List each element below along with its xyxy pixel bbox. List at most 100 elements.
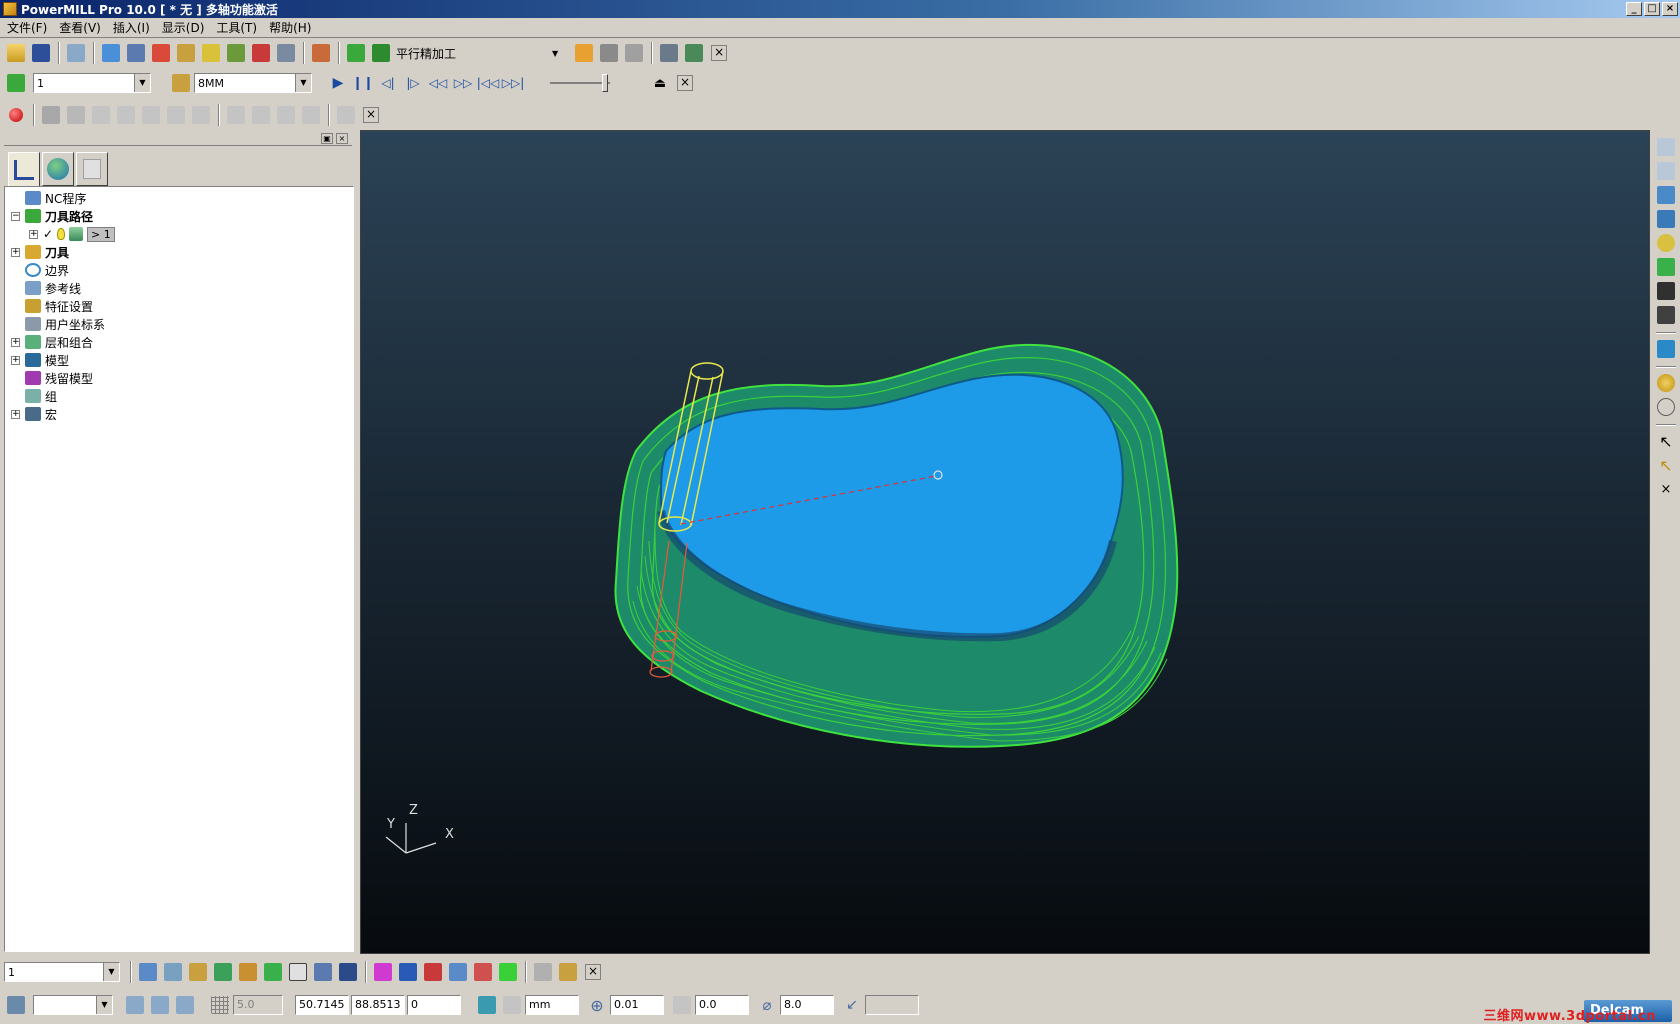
- expand-icon[interactable]: +: [11, 355, 20, 365]
- pause-button[interactable]: ❙❙: [351, 71, 375, 95]
- strategy-icon-button[interactable]: [369, 41, 393, 65]
- strategy-label[interactable]: 平行精加工: [396, 45, 546, 62]
- sim-toolbar-close-button[interactable]: ×: [677, 75, 693, 91]
- tolerance-button[interactable]: ⊕: [585, 993, 609, 1017]
- rotate-right-button[interactable]: [114, 103, 138, 127]
- mesh-button[interactable]: [471, 960, 495, 984]
- thickness-field[interactable]: 0.0: [695, 995, 749, 1015]
- go-end-button[interactable]: ▷▷|: [501, 71, 525, 95]
- grid-button[interactable]: [208, 993, 232, 1017]
- expand-icon[interactable]: +: [11, 409, 20, 419]
- go-start-button[interactable]: |◁◁: [476, 71, 500, 95]
- view-iso3-button[interactable]: [1655, 184, 1677, 206]
- view-toolbar-close-button[interactable]: ×: [1655, 478, 1677, 500]
- toolpath-strategy-button[interactable]: [344, 41, 368, 65]
- close-button[interactable]: ×: [1662, 2, 1678, 16]
- lightbulb-icon[interactable]: [57, 228, 65, 240]
- z-coordinate-field[interactable]: 0: [407, 995, 461, 1015]
- curve-edit-button[interactable]: [371, 960, 395, 984]
- status-tool-button[interactable]: [4, 993, 28, 1017]
- store-view-button[interactable]: [299, 103, 323, 127]
- eject-button[interactable]: ⏏: [648, 71, 672, 95]
- toolpath-select-icon-button[interactable]: [4, 71, 28, 95]
- step-forward-button[interactable]: |▷: [401, 71, 425, 95]
- bottom-toolbar-close-button[interactable]: ×: [585, 964, 601, 980]
- wp-delete-button[interactable]: [336, 960, 360, 984]
- chevron-down-icon[interactable]: ▼: [103, 963, 119, 981]
- tree-item-models[interactable]: + 模型: [5, 351, 353, 369]
- options-button[interactable]: [334, 103, 358, 127]
- wp-create-button[interactable]: [136, 960, 160, 984]
- spin-button[interactable]: [189, 103, 213, 127]
- wireframe-button[interactable]: [1655, 396, 1677, 418]
- curve-offset-button[interactable]: [396, 960, 420, 984]
- play-button[interactable]: ▶: [326, 71, 350, 95]
- step-back-button[interactable]: ◁|: [376, 71, 400, 95]
- wp-move-button[interactable]: [236, 960, 260, 984]
- explorer-close-button[interactable]: ×: [336, 133, 348, 144]
- viewing-toolbar-close-button[interactable]: ×: [363, 107, 379, 123]
- tool-combo[interactable]: 8MM ▼: [194, 73, 312, 93]
- rotate-left-button[interactable]: [89, 103, 113, 127]
- tool-axis-button[interactable]: [224, 41, 248, 65]
- chevron-down-icon[interactable]: ▼: [134, 74, 150, 92]
- expand-icon[interactable]: +: [11, 337, 20, 347]
- toolpath-combo[interactable]: 1 ▼: [33, 73, 151, 93]
- tree-item-groups[interactable]: 组: [5, 387, 353, 405]
- rotate-down-button[interactable]: [164, 103, 188, 127]
- chevron-down-icon[interactable]: ▼: [552, 49, 558, 58]
- wp-copy-button[interactable]: [261, 960, 285, 984]
- tree-item-patterns[interactable]: 参考线: [5, 279, 353, 297]
- block-button[interactable]: [99, 41, 123, 65]
- axis-view-button[interactable]: [224, 103, 248, 127]
- minimize-button[interactable]: _: [1626, 2, 1642, 16]
- menu-display[interactable]: 显示(D): [159, 19, 214, 36]
- maximize-button[interactable]: □: [1644, 2, 1660, 16]
- wp-pattern-button[interactable]: [186, 960, 210, 984]
- leads-links-button[interactable]: [174, 41, 198, 65]
- view-iso4-button[interactable]: [1655, 208, 1677, 230]
- chevron-down-icon[interactable]: ▼: [295, 74, 311, 92]
- probe-button[interactable]: [531, 960, 555, 984]
- tree-item-toolpath-1[interactable]: + ✓ > 1: [5, 225, 353, 243]
- record-button[interactable]: [4, 103, 28, 127]
- fast-forward-button[interactable]: ▷▷: [451, 71, 475, 95]
- view-iso1-button[interactable]: [1655, 136, 1677, 158]
- rotate-button[interactable]: [1655, 280, 1677, 302]
- axis-edit-button[interactable]: [446, 960, 470, 984]
- wp-list-button[interactable]: [286, 960, 310, 984]
- menu-view[interactable]: 查看(V): [56, 19, 110, 36]
- select-drag-button[interactable]: ↖: [1655, 454, 1677, 476]
- tool-button[interactable]: [309, 41, 333, 65]
- diameter-button[interactable]: ⌀: [755, 993, 779, 1017]
- snapshot-button[interactable]: [249, 103, 273, 127]
- tree-item-tools[interactable]: + 刀具: [5, 243, 353, 261]
- workplane-button[interactable]: [274, 41, 298, 65]
- rapid-move-button[interactable]: [124, 41, 148, 65]
- cube-side-button[interactable]: [173, 993, 197, 1017]
- zoom-button[interactable]: [1655, 232, 1677, 254]
- tree-item-feature-sets[interactable]: 特征设置: [5, 297, 353, 315]
- rotate-up-button[interactable]: [139, 103, 163, 127]
- cube-front-button[interactable]: [123, 993, 147, 1017]
- material-button[interactable]: [1655, 372, 1677, 394]
- tree-item-workplanes[interactable]: 用户坐标系: [5, 315, 353, 333]
- snapshot-compare-button[interactable]: [274, 103, 298, 127]
- wp-rotate-button[interactable]: [211, 960, 235, 984]
- menu-tools[interactable]: 工具(T): [213, 19, 266, 36]
- shade-button[interactable]: [39, 103, 63, 127]
- speed-slider[interactable]: [550, 74, 610, 92]
- start-point-button[interactable]: [199, 41, 223, 65]
- machine-button[interactable]: [657, 41, 681, 65]
- pick-field[interactable]: [865, 995, 919, 1015]
- collapse-icon[interactable]: −: [11, 211, 20, 221]
- workplane-combo[interactable]: 1 ▼: [4, 962, 120, 982]
- tolerance-field[interactable]: 0.01: [610, 995, 664, 1015]
- thickness-button[interactable]: [670, 993, 694, 1017]
- tree-item-toolpaths[interactable]: − 刀具路径: [5, 207, 353, 225]
- chevron-down-icon[interactable]: ▼: [96, 996, 112, 1014]
- shade-wire-button[interactable]: [64, 103, 88, 127]
- expand-icon[interactable]: +: [11, 247, 20, 257]
- checkmark-icon[interactable]: ✓: [43, 227, 53, 241]
- view-iso2-button[interactable]: [1655, 160, 1677, 182]
